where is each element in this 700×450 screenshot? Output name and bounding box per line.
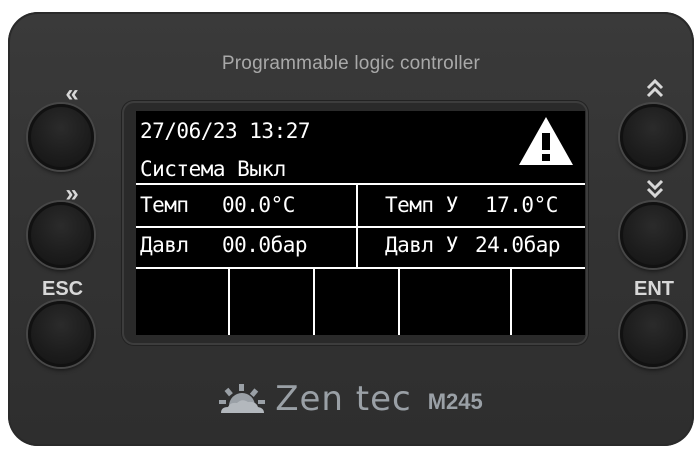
double-chevron-down-icon — [642, 175, 668, 201]
model-number: M245 — [427, 389, 483, 414]
divider-line — [136, 267, 585, 269]
double-chevron-left-icon: « — [65, 80, 79, 107]
down-button[interactable] — [620, 202, 686, 268]
pressure-value: 00.0бар — [222, 233, 308, 257]
device-title: Programmable logic controller — [221, 53, 481, 74]
system-status-text: Система Выкл — [140, 157, 286, 181]
divider-line — [136, 226, 585, 228]
double-chevron-right-icon: » — [65, 180, 79, 207]
pressure-label: Давл — [140, 233, 189, 257]
double-chevron-up-icon — [642, 76, 668, 102]
divider-line — [510, 267, 512, 335]
divider-line — [136, 183, 585, 185]
ent-label: ENT — [634, 278, 674, 300]
left-button[interactable] — [28, 104, 94, 170]
temp-setpoint-value: 17.0°C — [485, 193, 558, 217]
pressure-setpoint-label: Давл У — [385, 233, 458, 257]
divider-line — [398, 267, 400, 335]
brand-logo: Zen tec M245 — [0, 376, 700, 422]
brand-name: Zen tec — [275, 379, 412, 419]
temp-setpoint-label: Темп У — [385, 193, 458, 217]
temp-value: 00.0°C — [222, 193, 295, 217]
esc-label: ESC — [42, 278, 84, 300]
datetime-text: 27/06/23 13:27 — [140, 119, 311, 143]
sun-cloud-logo-icon — [219, 384, 266, 413]
right-button[interactable] — [28, 202, 94, 268]
divider-line — [313, 267, 315, 335]
pressure-setpoint-value: 24.0бар — [475, 233, 561, 257]
esc-button[interactable] — [28, 301, 94, 367]
divider-line — [228, 267, 230, 335]
lcd-display: 27/06/23 13:27 Система Выкл Темп 00.0°C … — [136, 111, 585, 335]
warning-triangle-icon — [519, 117, 573, 165]
divider-line — [356, 183, 358, 269]
up-button[interactable] — [620, 104, 686, 170]
enter-button[interactable] — [620, 301, 686, 367]
temp-label: Темп — [140, 193, 189, 217]
